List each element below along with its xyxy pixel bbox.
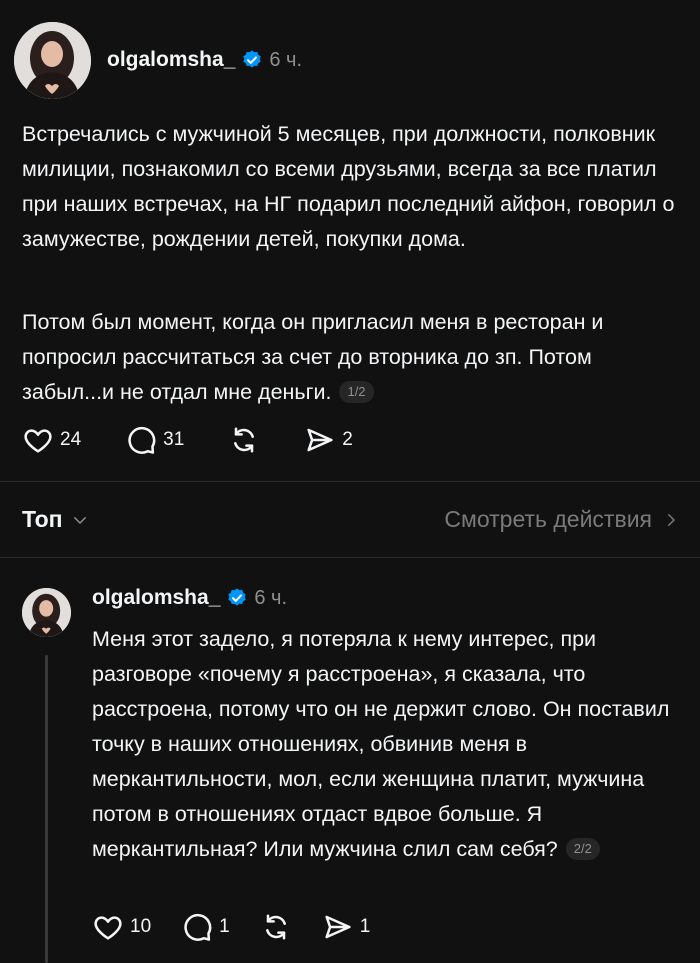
comment-icon [184,913,212,941]
divider [0,557,700,558]
post-time: 6 ч. [269,48,303,71]
repost-icon [265,914,286,940]
main-post: olgalomsha_ 6 ч. Встречались с мужчиной … [0,0,700,482]
repost-button[interactable] [228,424,260,456]
reply-avatar[interactable] [22,588,71,637]
verified-badge-icon [226,587,248,609]
reply-time: 6 ч. [254,586,288,609]
reply-actions: 10 1 1 [92,910,400,944]
reply-repost-button[interactable] [260,911,292,943]
post-actions: 24 31 2 [22,423,397,457]
view-activity-label: Смотреть действия [444,506,652,532]
reply-header: olgalomsha_ 6 ч. [92,584,287,612]
avatar[interactable] [14,22,91,99]
reply-like-count: 10 [130,916,152,937]
sort-label: Топ [22,506,63,532]
repost-icon [234,427,255,453]
like-button[interactable]: 24 [22,424,81,456]
share-icon [307,428,333,452]
chevron-down-icon [73,516,86,524]
post-header: olgalomsha_ 6 ч. [107,46,302,74]
share-icon [325,915,351,939]
share-button[interactable]: 2 [304,424,353,456]
heart-icon [94,916,122,940]
reply-like-button[interactable]: 10 [92,911,151,943]
sort-dropdown[interactable]: Топ [22,506,89,533]
heart-icon [24,429,52,453]
replies-sortbar: Топ Смотреть действия [0,482,700,558]
reply-page-badge: 2/2 [565,838,600,860]
chevron-right-icon [668,513,675,526]
comment-count: 31 [163,429,185,450]
verified-badge-icon [241,49,263,71]
comment-button[interactable]: 31 [125,424,184,456]
thread-line [45,655,48,963]
reply-comment-count: 1 [219,916,230,937]
reply-username[interactable]: olgalomsha_ [92,586,220,610]
share-count: 2 [342,429,353,450]
post-paragraph-2-text: Потом был момент, когда он пригласил мен… [22,310,604,404]
post-paragraph-1: Встречались с мужчиной 5 месяцев, при до… [22,122,675,251]
like-count: 24 [60,429,82,450]
page-badge: 1/2 [339,381,374,403]
post-paragraph-2: Потом был момент, когда он пригласил мен… [22,305,682,410]
reply-share-count: 1 [359,916,371,937]
reply-text: Меня этот задело, я потеряла к нему инте… [92,622,692,867]
username[interactable]: olgalomsha_ [107,48,235,72]
comment-icon [128,426,156,454]
reply-comment-button[interactable]: 1 [181,911,230,943]
reply-text-content: Меня этот задело, я потеряла к нему инте… [92,627,670,861]
reply-share-button[interactable]: 1 [322,911,371,943]
view-activity-link[interactable]: Смотреть действия [444,506,680,533]
